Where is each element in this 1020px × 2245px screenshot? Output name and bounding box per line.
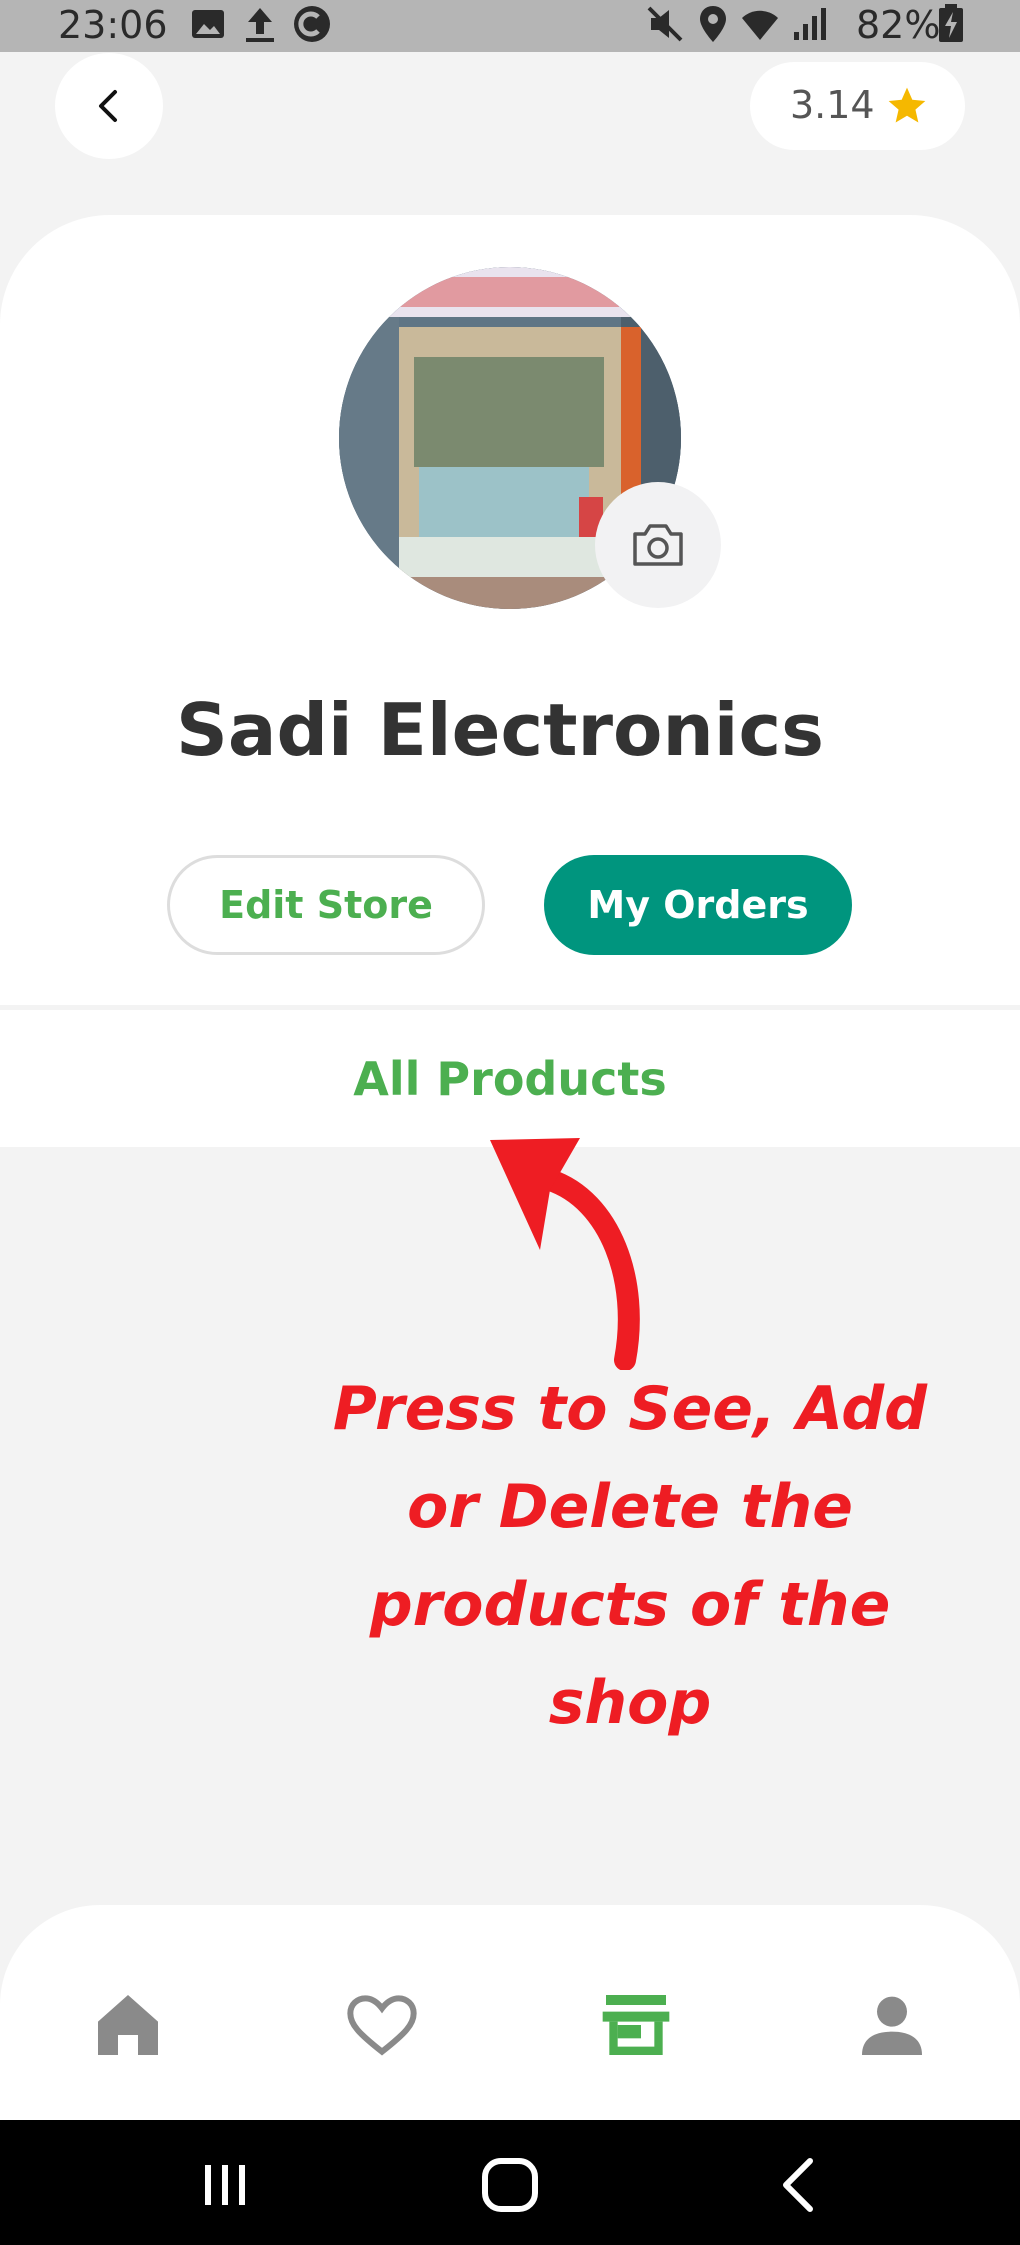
- change-photo-button[interactable]: [595, 482, 721, 608]
- wifi-icon: [742, 10, 778, 40]
- store-name: Sadi Electronics: [176, 688, 824, 772]
- nav-profile[interactable]: [852, 1985, 932, 2065]
- annotation-line: or Delete the: [407, 1472, 853, 1542]
- person-icon: [862, 1996, 922, 2055]
- nav-store[interactable]: [596, 1985, 676, 2065]
- home-button-icon[interactable]: [478, 2155, 542, 2215]
- system-nav-bar: [0, 2120, 1020, 2245]
- status-time: 23:06: [58, 3, 168, 47]
- bottom-nav: [0, 1905, 1020, 2120]
- all-products-tab[interactable]: All Products: [0, 1010, 1020, 1147]
- upload-icon: [246, 8, 274, 42]
- nav-favorites[interactable]: [342, 1985, 422, 2065]
- annotation-line: Press to See, Add: [332, 1374, 928, 1444]
- chevron-left-icon: [99, 90, 117, 122]
- annotation-arrow: [490, 1138, 640, 1370]
- back-button[interactable]: [55, 53, 163, 159]
- signal-icon: [794, 8, 826, 40]
- my-orders-button[interactable]: My Orders: [544, 855, 852, 955]
- location-icon: [700, 6, 726, 42]
- battery-icon: [939, 4, 963, 42]
- heart-icon: [347, 1995, 417, 2056]
- battery-percentage: 82%: [856, 3, 941, 47]
- all-products-label: All Products: [353, 1052, 667, 1106]
- home-icon: [98, 1995, 158, 2055]
- annotation-line: products of the: [369, 1570, 891, 1640]
- status-bar: 23:06 82%: [0, 0, 1020, 52]
- image-icon: [192, 10, 224, 38]
- mute-icon: [647, 6, 683, 42]
- nav-home[interactable]: [88, 1985, 168, 2065]
- annotation-text: Press to See, Add or Delete the products…: [330, 1360, 930, 1752]
- rating-value: 3.14: [790, 83, 875, 127]
- back-nav-icon[interactable]: [770, 2155, 830, 2215]
- star-icon: [888, 87, 926, 123]
- c-app-icon: [294, 6, 330, 42]
- camera-icon: [633, 524, 683, 566]
- store-icon: [602, 1995, 670, 2055]
- recent-apps-icon[interactable]: [195, 2155, 255, 2215]
- annotation-line: shop: [548, 1668, 712, 1738]
- rating-badge: 3.14: [750, 62, 965, 150]
- edit-store-button[interactable]: Edit Store: [167, 855, 485, 955]
